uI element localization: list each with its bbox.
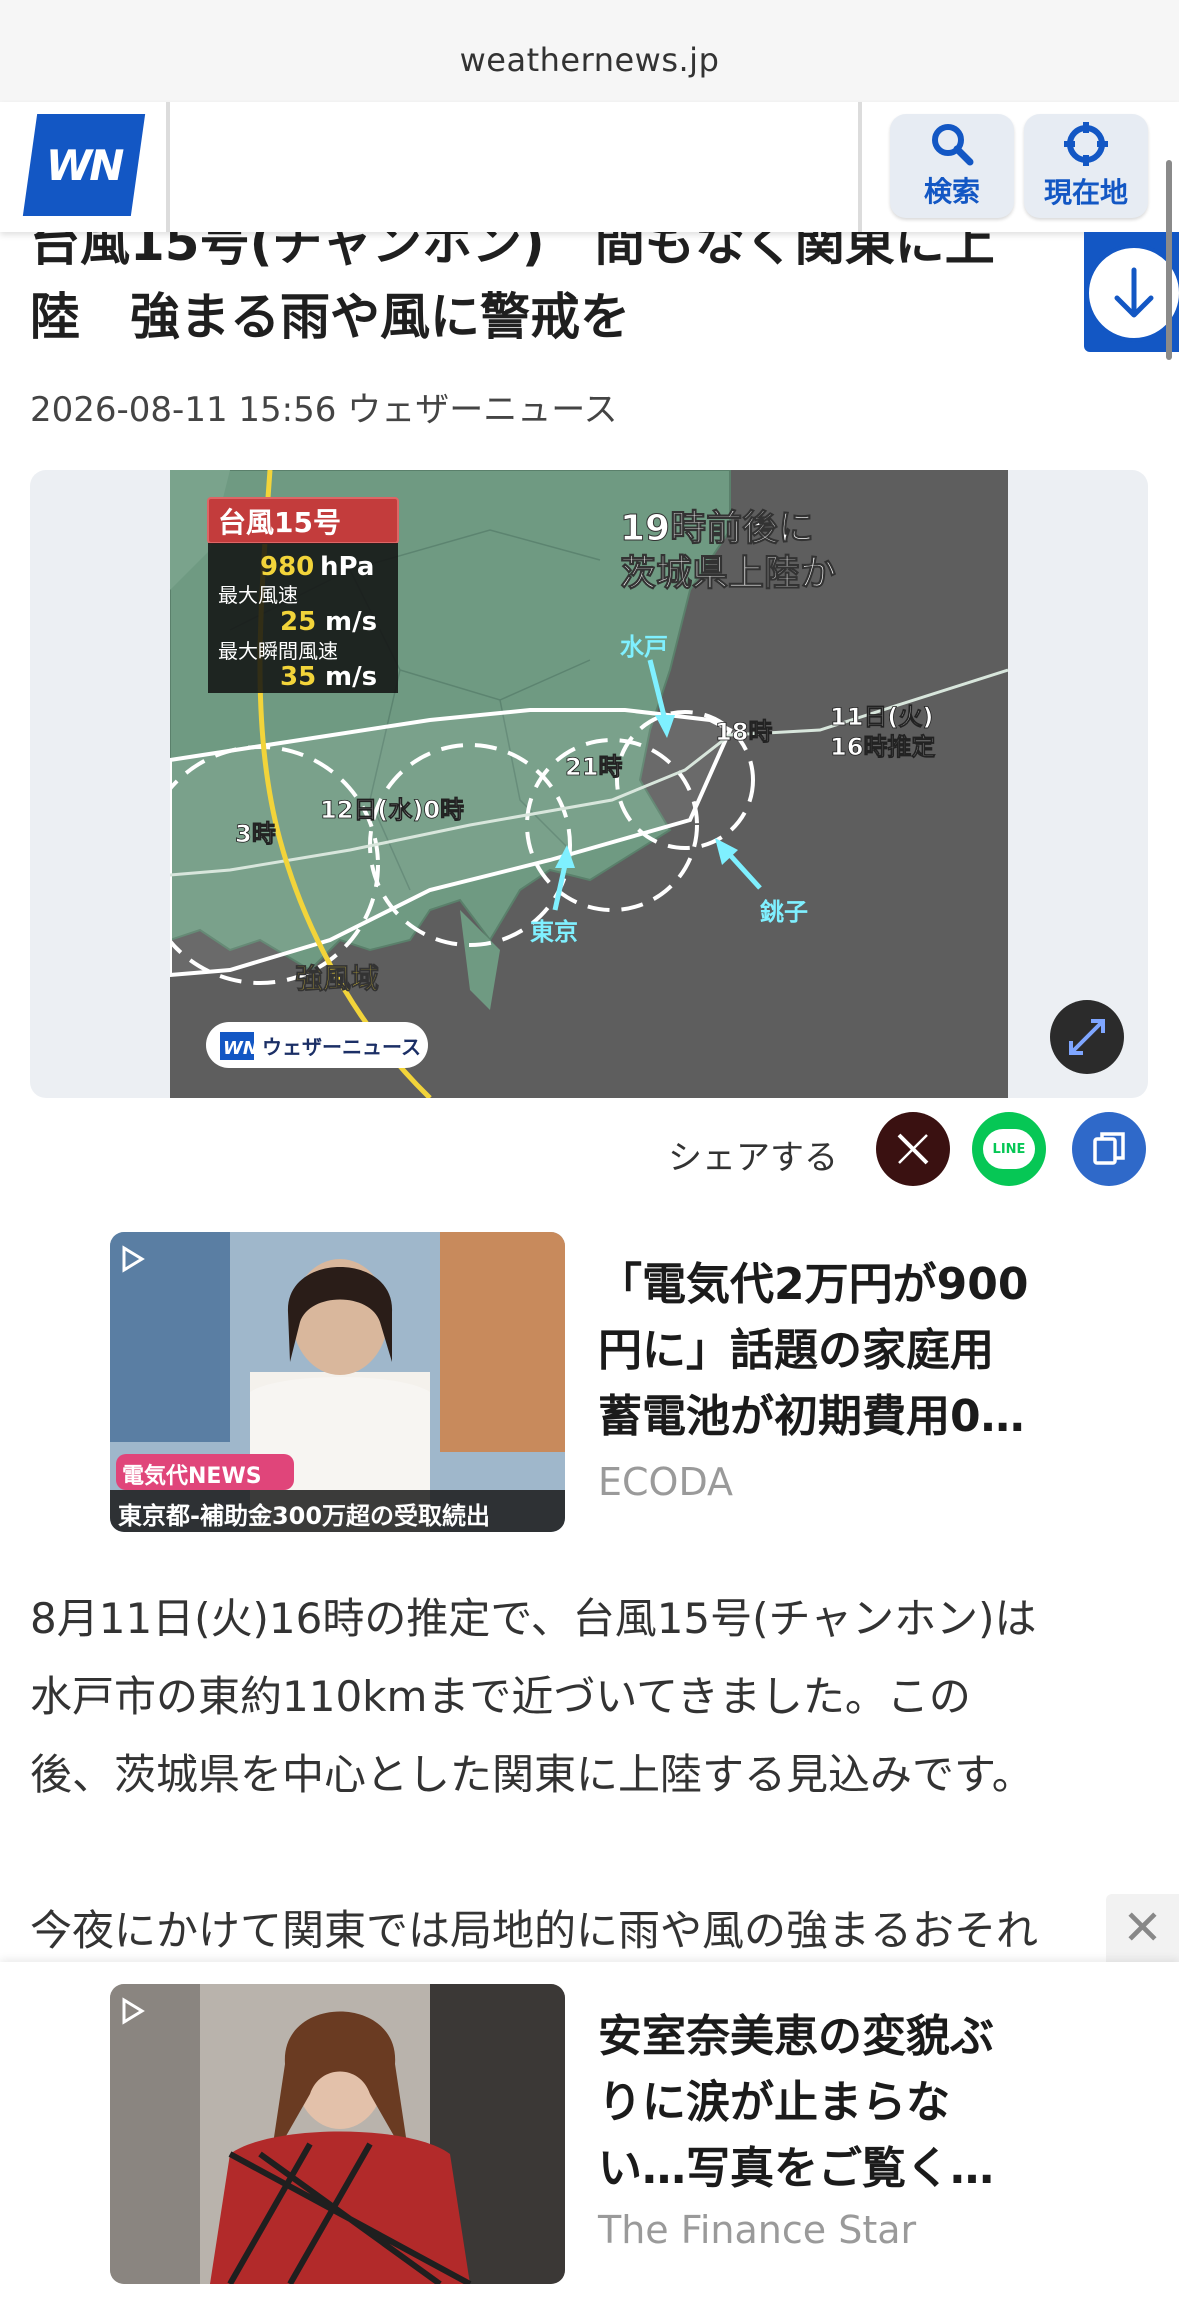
ad-title-line: りに涙が止まらな	[598, 2077, 950, 2128]
browser-url-bar[interactable]: weathernews.jp	[0, 0, 1179, 103]
paragraph-line: 水戸市の東約110kmまで近づいてきました。この	[30, 1672, 971, 1721]
time-label-0h: 12日(水)0時	[320, 796, 464, 824]
brand-badge-text: ウェザーニュース	[262, 1035, 421, 1059]
x-logo-icon	[897, 1133, 929, 1165]
ad-source: ECODA	[598, 1460, 734, 1504]
time-label-3h: 3時	[235, 820, 276, 848]
time-label-now-line1: 11日(火)	[830, 703, 933, 731]
typhoon-track-map: 台風15号 980 hPa 最大風速 25 m/s 最大瞬間風速 35 m/s …	[170, 470, 1008, 1098]
search-button[interactable]: 検索	[890, 114, 1014, 218]
scroll-down-button[interactable]	[1085, 244, 1179, 342]
ad-image	[110, 1984, 565, 2284]
pressure-value: 980	[260, 552, 314, 582]
current-location-button[interactable]: 現在地	[1024, 114, 1148, 218]
ad-title-line: い…写真をご覧く…	[598, 2143, 994, 2194]
time-label-18h: 18時	[715, 718, 772, 746]
ad-title-line: 蓄電池が初期費用0…	[598, 1391, 1025, 1442]
max-wind-value: 25	[280, 607, 316, 637]
ad-title[interactable]: 「電気代2万円が900 円に」話題の家庭用 蓄電池が初期費用0…	[598, 1252, 1078, 1450]
gust-unit: m/s	[325, 662, 377, 692]
ad-thumbnail[interactable]: 電気代NEWS 東京都-補助金300万超の受取続出	[110, 1232, 565, 1532]
article-meta: 2026-08-11 15:56 ウェザーニュース	[30, 390, 618, 430]
search-icon	[932, 124, 974, 166]
landfall-callout-line2: 茨城県上陸か	[620, 553, 836, 594]
city-label-mito: 水戸	[620, 633, 668, 661]
copy-link-button[interactable]	[1072, 1112, 1146, 1186]
time-label-21h: 21時	[565, 753, 622, 781]
article-paragraph-2: 今夜にかけて関東では局地的に雨や風の強まるおそれ	[30, 1906, 1039, 1955]
ad-title-line: 「電気代2万円が900	[598, 1259, 1029, 1310]
max-wind-unit: m/s	[325, 607, 377, 637]
header-divider	[858, 102, 862, 232]
sponsored-ad-1[interactable]: 電気代NEWS 東京都-補助金300万超の受取続出 「電気代2万円が900 円に…	[110, 1232, 1110, 1534]
weathernews-logo[interactable]: WN	[22, 114, 146, 216]
sponsored-ad-2[interactable]: 安室奈美恵の変貌ぶ りに涙が止まらな い…写真をご覧く… The Finance…	[110, 1984, 1110, 2286]
expand-image-button[interactable]	[1050, 1000, 1124, 1074]
article-paragraph-1: 8月11日(火)16時の推定で、台風15号(チャンホン)は 水戸市の東約110k…	[30, 1580, 1160, 1814]
close-icon: ✕	[1122, 1900, 1163, 1956]
ad-source: The Finance Star	[598, 2208, 917, 2252]
expand-icon	[1069, 1019, 1105, 1055]
paragraph-line: 8月11日(火)16時の推定で、台風15号(チャンホン)は	[30, 1594, 1037, 1643]
city-label-choshi: 銚子	[760, 898, 808, 926]
url-text: weathernews.jp	[459, 41, 720, 79]
copy-icon	[1093, 1132, 1125, 1165]
badge-logo: WN	[223, 1038, 258, 1059]
location-label: 現在地	[1043, 176, 1128, 209]
share-x-button[interactable]	[876, 1112, 950, 1186]
max-wind-label: 最大風速	[218, 583, 298, 607]
pressure-unit: hPa	[320, 552, 374, 582]
close-ad-button[interactable]: ✕	[1106, 1894, 1179, 1962]
page-scrollbar[interactable]	[1166, 160, 1172, 360]
gust-value: 35	[280, 662, 316, 692]
site-header: WN 検索 現在地	[0, 102, 1179, 232]
landfall-callout-line1: 19時前後に	[620, 508, 814, 549]
ad-title[interactable]: 安室奈美恵の変貌ぶ りに涙が止まらな い…写真をご覧く…	[598, 2004, 1078, 2202]
ad-thumbnail[interactable]	[110, 1984, 565, 2284]
map-box-title: 台風15号	[218, 506, 341, 539]
ad-title-line: 安室奈美恵の変貌ぶ	[598, 2011, 994, 2062]
line-icon: LINE	[983, 1129, 1035, 1169]
time-label-now-line2: 16時推定	[830, 733, 935, 761]
paragraph-line: 後、茨城県を中心とした関東に上陸する見込みです。	[30, 1750, 1034, 1799]
ad-badge: 電気代NEWS	[122, 1464, 262, 1489]
city-label-tokyo: 東京	[530, 918, 578, 946]
gust-label: 最大瞬間風速	[218, 639, 338, 663]
ad-title-line: 円に」話題の家庭用	[598, 1325, 994, 1376]
share-line-button[interactable]: LINE	[972, 1112, 1046, 1186]
crosshair-icon	[1064, 122, 1108, 166]
header-divider	[166, 102, 170, 232]
sticky-bottom-ad-container: 安室奈美恵の変貌ぶ りに涙が止まらな い…写真をご覧く… The Finance…	[0, 1962, 1179, 2303]
strong-wind-label: 強風域	[295, 962, 379, 995]
share-label: シェアする	[668, 1138, 838, 1178]
ad-caption: 東京都-補助金300万超の受取続出	[118, 1502, 491, 1530]
typhoon-map-figure[interactable]: 台風15号 980 hPa 最大風速 25 m/s 最大瞬間風速 35 m/s …	[30, 470, 1148, 1098]
headline-line-2: 陸 強まる雨や風に警戒を	[30, 288, 630, 346]
search-label: 検索	[923, 175, 980, 208]
